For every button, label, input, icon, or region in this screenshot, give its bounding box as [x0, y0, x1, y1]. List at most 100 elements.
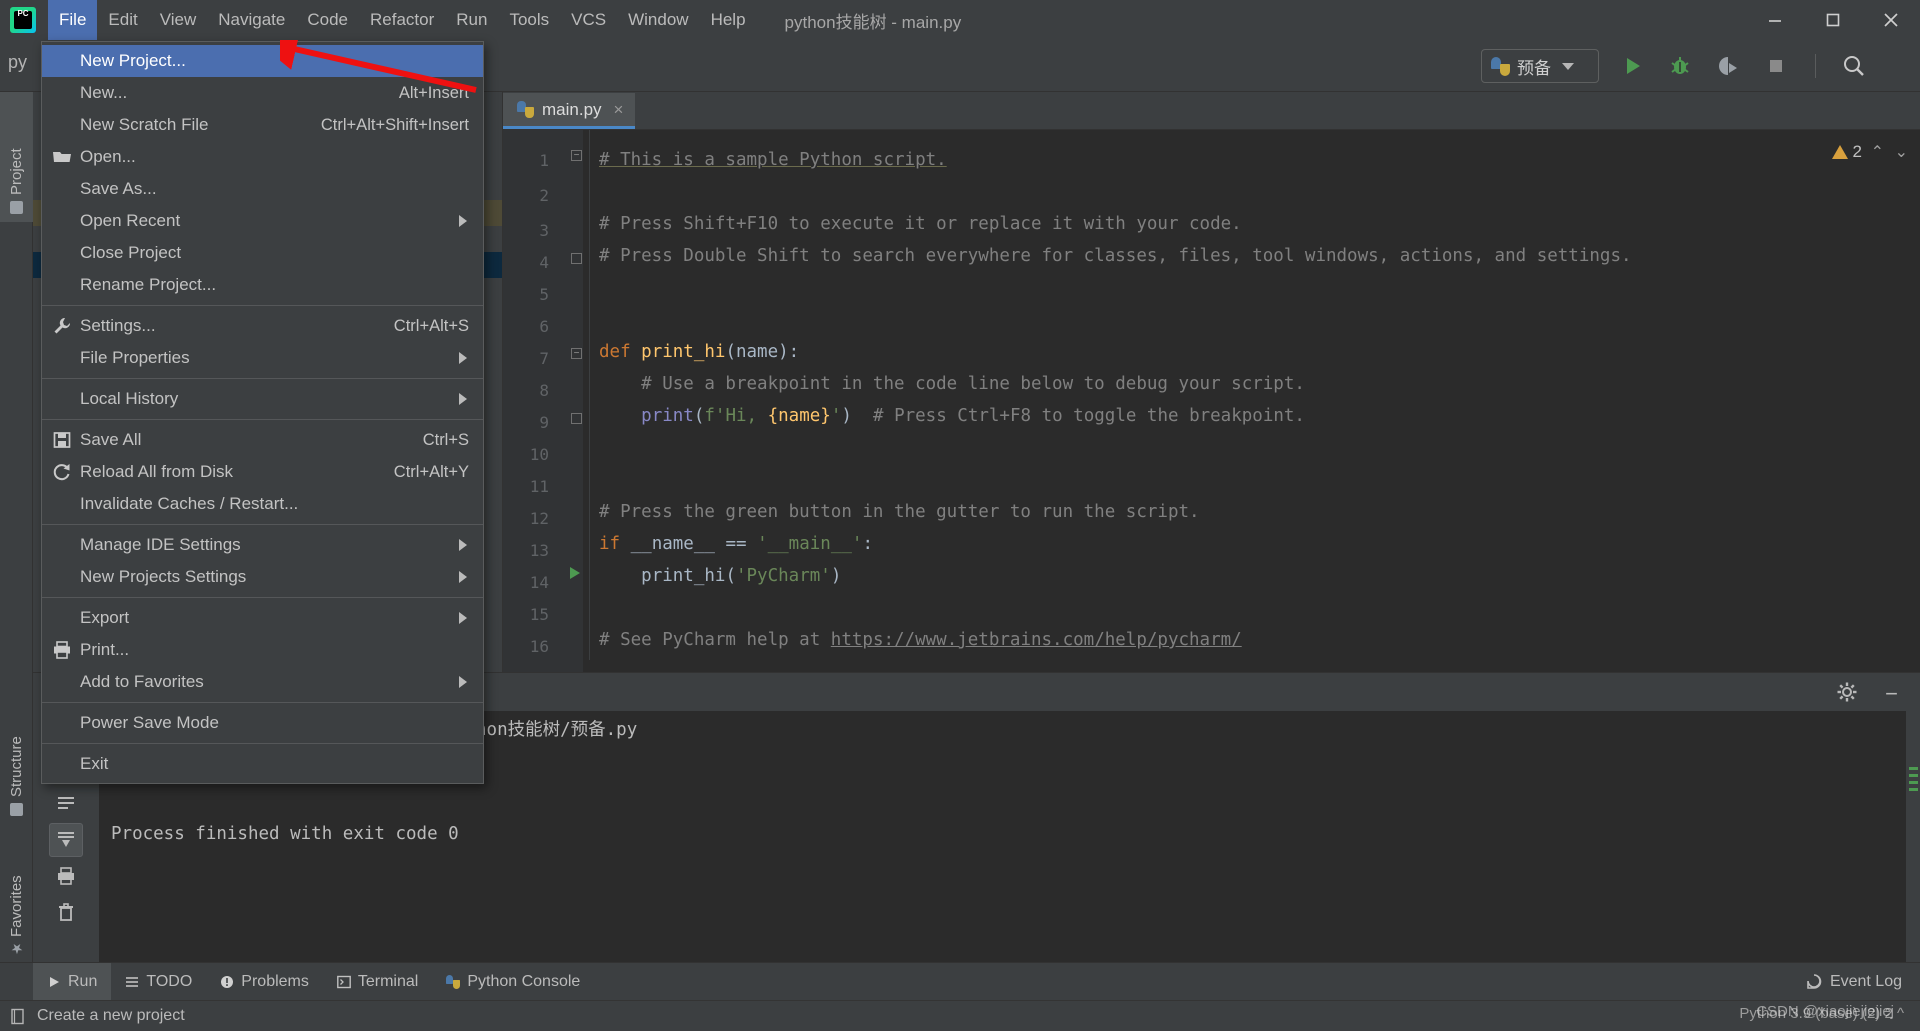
bottom-tab-todo[interactable]: TODO	[111, 963, 206, 1001]
run-configuration-selector[interactable]: 预备	[1481, 49, 1599, 83]
folder-icon	[10, 201, 23, 214]
scroll-to-end-button[interactable]	[49, 823, 83, 857]
code-text[interactable]: # This is a sample Python script. # Pres…	[599, 130, 1920, 672]
file-menu-dropdown[interactable]: New Project... New... Alt+Insert New Scr…	[41, 41, 484, 784]
menu-item-new-projects-settings[interactable]: New Projects Settings	[42, 561, 483, 593]
maximize-button[interactable]	[1804, 0, 1862, 40]
sidebar-item-structure[interactable]: Structure	[0, 704, 33, 824]
line-number: 9	[539, 413, 549, 432]
menu-navigate[interactable]: Navigate	[207, 0, 296, 40]
soft-wrap-button[interactable]	[49, 787, 83, 821]
bottom-tab-python-console[interactable]: Python Console	[432, 963, 594, 1001]
event-log-button[interactable]: Event Log	[1806, 963, 1902, 1001]
sidebar-item-project[interactable]: Project	[0, 92, 33, 222]
fold-marker-icon[interactable]: −	[571, 348, 582, 359]
submenu-arrow-icon	[459, 393, 467, 405]
menu-help[interactable]: Help	[700, 0, 757, 40]
clear-all-button[interactable]	[49, 895, 83, 929]
menu-item-open[interactable]: Open...	[42, 141, 483, 173]
menu-item-open-recent[interactable]: Open Recent	[42, 205, 483, 237]
run-button[interactable]	[1616, 50, 1648, 82]
print-button[interactable]	[49, 859, 83, 893]
fold-marker-icon[interactable]	[571, 413, 582, 424]
menu-item-new[interactable]: New... Alt+Insert	[42, 77, 483, 109]
editor-tab-label: main.py	[542, 99, 602, 119]
sidebar-item-project-label: Project	[8, 148, 25, 195]
menu-item-power-save-mode[interactable]: Power Save Mode	[42, 707, 483, 739]
menu-item-new-project[interactable]: New Project...	[42, 45, 483, 77]
menu-item-settings[interactable]: Settings... Ctrl+Alt+S	[42, 310, 483, 342]
fold-marker-icon[interactable]: −	[571, 150, 582, 161]
submenu-arrow-icon	[459, 539, 467, 551]
minimize-button[interactable]	[1746, 0, 1804, 40]
menu-tools[interactable]: Tools	[498, 0, 560, 40]
search-everywhere-button[interactable]	[1838, 50, 1870, 82]
menu-edit-label: Edit	[108, 10, 138, 29]
coverage-icon	[1718, 57, 1737, 75]
close-button[interactable]	[1862, 0, 1920, 40]
menu-item-file-properties[interactable]: File Properties	[42, 342, 483, 374]
menu-bar: PC File Edit View Navigate Code Refactor…	[0, 0, 1920, 40]
sidebar-item-favorites[interactable]: ★ Favorites	[0, 834, 33, 964]
next-highlight-icon[interactable]: ⌄	[1895, 142, 1908, 162]
pycharm-logo-icon: PC	[10, 7, 36, 33]
folder-icon	[52, 147, 72, 167]
menu-separator	[42, 305, 483, 306]
menu-item-label: Invalidate Caches / Restart...	[80, 494, 299, 513]
menu-file[interactable]: File	[48, 0, 98, 40]
menu-item-save-all[interactable]: Save All Ctrl+S	[42, 424, 483, 456]
code-editor[interactable]: 1 2 3 4 5 6 7 8 9 10 11 12 13 14 15 16 −	[503, 130, 1920, 672]
fold-marker-icon[interactable]	[571, 253, 582, 264]
menu-tools-label: Tools	[509, 10, 550, 29]
menu-item-invalidate-caches-restart[interactable]: Invalidate Caches / Restart...	[42, 488, 483, 520]
code-line-12: # Press the green button in the gutter t…	[599, 502, 1200, 522]
menu-item-reload-all-from-disk[interactable]: Reload All from Disk Ctrl+Alt+Y	[42, 456, 483, 488]
menu-item-label: New Projects Settings	[80, 567, 247, 586]
line-number: 15	[529, 605, 549, 624]
menu-item-save-as[interactable]: Save As...	[42, 173, 483, 205]
menu-run[interactable]: Run	[445, 0, 498, 40]
inspection-widget[interactable]: 2	[1831, 142, 1862, 162]
debug-button[interactable]	[1664, 50, 1696, 82]
fold-column[interactable]: − −	[569, 130, 583, 672]
menu-refactor[interactable]: Refactor	[359, 0, 445, 40]
bottom-tab-run[interactable]: Run	[33, 962, 112, 1001]
menu-item-add-to-favorites[interactable]: Add to Favorites	[42, 666, 483, 698]
console-scrollbar[interactable]	[1906, 711, 1920, 962]
line-number: 5	[539, 285, 549, 304]
bottom-tab-problems[interactable]: Problems	[206, 963, 323, 1001]
prev-highlight-icon[interactable]: ⌃	[1871, 142, 1884, 162]
run-with-coverage-button[interactable]	[1712, 50, 1744, 82]
play-icon	[50, 976, 59, 987]
menu-item-manage-ide-settings[interactable]: Manage IDE Settings	[42, 529, 483, 561]
structure-icon	[10, 803, 23, 816]
bottom-tab-terminal[interactable]: Terminal	[323, 963, 432, 1001]
menu-item-close-project[interactable]: Close Project	[42, 237, 483, 269]
code-line-16: # See PyCharm help at https://www.jetbra…	[599, 630, 1242, 650]
hide-panel-icon[interactable]: −	[1885, 681, 1898, 707]
line-number: 14	[529, 573, 549, 592]
menu-run-label: Run	[456, 10, 488, 29]
menu-code[interactable]: Code	[296, 0, 359, 40]
save-icon	[52, 430, 72, 450]
stop-button[interactable]	[1760, 50, 1792, 82]
menu-item-new-scratch-file[interactable]: New Scratch File Ctrl+Alt+Shift+Insert	[42, 109, 483, 141]
menu-window[interactable]: Window	[617, 0, 699, 40]
menu-vcs[interactable]: VCS	[560, 0, 617, 40]
menu-item-local-history[interactable]: Local History	[42, 383, 483, 415]
editor-tab-main-py[interactable]: main.py ×	[503, 93, 636, 129]
menu-edit[interactable]: Edit	[97, 0, 148, 40]
editor-gutter[interactable]: 1 2 3 4 5 6 7 8 9 10 11 12 13 14 15 16 −	[503, 130, 583, 672]
menu-view[interactable]: View	[149, 0, 208, 40]
menu-item-rename-project[interactable]: Rename Project...	[42, 269, 483, 301]
menu-item-export[interactable]: Export	[42, 602, 483, 634]
gear-icon[interactable]	[1836, 681, 1858, 708]
menu-item-shortcut: Ctrl+Alt+S	[393, 316, 469, 335]
run-line-marker-icon[interactable]	[570, 567, 580, 579]
close-icon[interactable]: ×	[614, 100, 624, 120]
pycharm-help-link[interactable]: https://www.jetbrains.com/help/pycharm/	[831, 630, 1242, 650]
menu-item-exit[interactable]: Exit	[42, 748, 483, 780]
submenu-arrow-icon	[459, 571, 467, 583]
python-file-icon	[517, 101, 534, 118]
menu-item-print[interactable]: Print...	[42, 634, 483, 666]
